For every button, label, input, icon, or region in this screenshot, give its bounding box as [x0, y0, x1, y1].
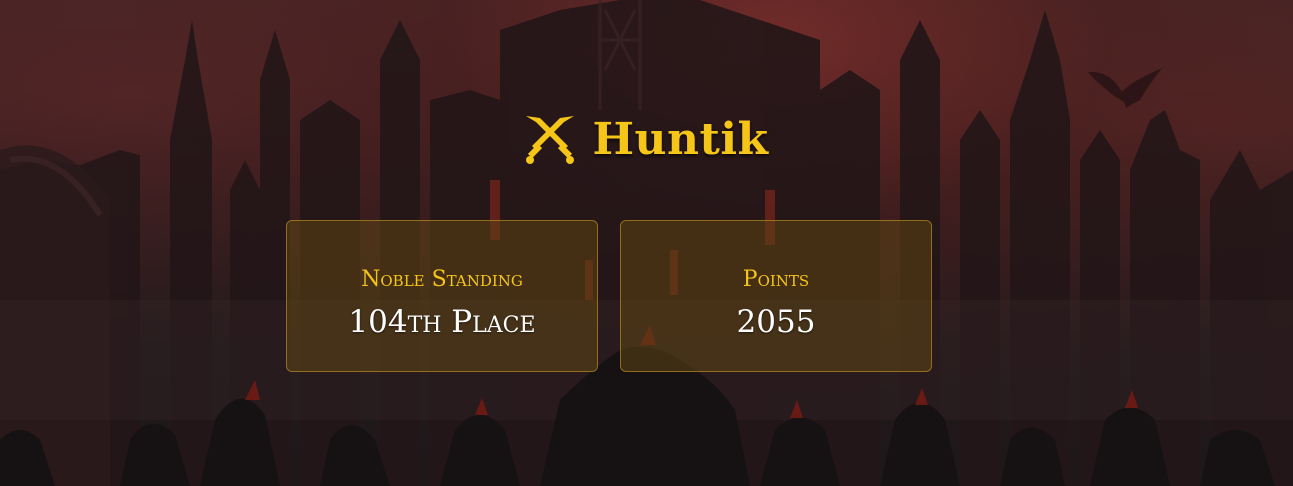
noble-standing-value: 104th Place	[348, 304, 536, 340]
points-card: Points 2055	[620, 220, 932, 372]
player-name: Huntik	[592, 114, 769, 165]
points-value: 2055	[736, 304, 816, 340]
crossed-swords-icon	[524, 114, 576, 166]
profile-banner: Huntik Noble Standing 104th Place Points…	[0, 0, 1293, 486]
player-header: Huntik	[0, 112, 1293, 168]
noble-standing-card: Noble Standing 104th Place	[286, 220, 598, 372]
points-label: Points	[742, 267, 810, 292]
noble-standing-label: Noble Standing	[361, 267, 523, 292]
